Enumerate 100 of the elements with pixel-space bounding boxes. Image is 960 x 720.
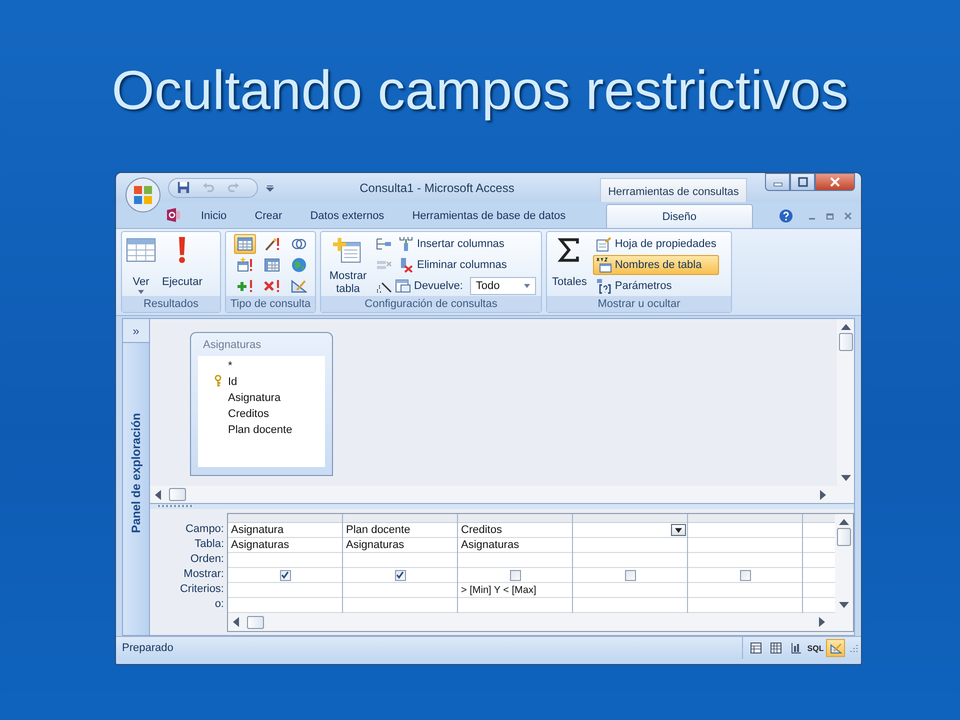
close-icon: [830, 177, 840, 187]
plus-icon: [237, 278, 253, 294]
splitter-handle[interactable]: [158, 505, 194, 508]
table-cell[interactable]: Asignaturas: [458, 538, 572, 553]
show-checkbox[interactable]: [740, 570, 750, 580]
field-name[interactable]: Asignatura: [228, 392, 281, 404]
resize-grip-icon[interactable]: [849, 643, 859, 653]
table-names-icon: [596, 257, 612, 273]
show-cell[interactable]: [343, 568, 457, 583]
ribbon-tab[interactable]: Herramientas de base de datos: [398, 204, 580, 228]
table-cell[interactable]: Asignaturas: [228, 538, 342, 553]
criteria-cell[interactable]: > [Min] Y < [Max]: [458, 583, 572, 598]
property-sheet-icon: [596, 236, 612, 252]
field-name[interactable]: Creditos: [228, 408, 269, 420]
dropdown-button[interactable]: [671, 524, 686, 536]
view-button[interactable]: [826, 639, 845, 657]
parameters-icon: [596, 278, 612, 294]
ruler-pencil-icon: [291, 278, 307, 294]
field-name[interactable]: *: [228, 360, 232, 372]
table-icon: [237, 236, 253, 252]
insert-columns-button[interactable]: Insertar columnas: [395, 234, 508, 254]
field-cell[interactable]: Creditos: [458, 523, 572, 538]
table-field-list[interactable]: Asignaturas * Id Asignatura Creditos Plan docente: [190, 332, 333, 476]
row-label: Mostrar:: [182, 567, 224, 582]
status-text: Preparado: [121, 642, 174, 654]
scroll-thumb[interactable]: [838, 333, 852, 351]
group-label: Resultados: [122, 296, 220, 312]
maximize-icon: [798, 177, 808, 187]
show-cell[interactable]: [573, 568, 687, 583]
close-button[interactable]: [815, 173, 855, 191]
scroll-thumb[interactable]: [247, 616, 264, 628]
ribbon-tab[interactable]: Crear: [240, 204, 296, 228]
check-icon: [281, 571, 289, 579]
design-view-icon: [830, 642, 842, 654]
field-name[interactable]: Id: [228, 376, 238, 388]
maximize-button[interactable]: [790, 173, 815, 191]
show-checkbox[interactable]: [394, 570, 406, 580]
row-label: Tabla:: [194, 537, 224, 552]
group-label: Mostrar u ocultar: [547, 296, 731, 312]
field-cell[interactable]: [573, 523, 687, 538]
vertical-scrollbar[interactable]: [837, 319, 854, 486]
show-checkbox[interactable]: [624, 570, 636, 580]
redo-icon[interactable]: [227, 181, 240, 194]
customize-caret-icon[interactable]: [266, 184, 274, 192]
field-cell[interactable]: Plan docente: [343, 523, 457, 538]
scroll-thumb[interactable]: [837, 528, 851, 546]
show-option-button[interactable]: Nombres de tabla: [592, 255, 720, 275]
show-cell[interactable]: [228, 568, 342, 583]
close-icon[interactable]: [842, 211, 853, 221]
query-type-button[interactable]: [234, 234, 256, 254]
totals-button[interactable]: Totales: [550, 234, 589, 290]
view-button[interactable]: SQL: [806, 639, 825, 657]
wand-icon: [264, 236, 280, 252]
save-icon[interactable]: [177, 181, 190, 194]
pivot-chart-icon: [790, 642, 802, 654]
return-table-icon: [395, 278, 411, 294]
table-plus-icon: [333, 236, 363, 264]
returns-dropdown[interactable]: Todo: [470, 277, 536, 295]
check-icon: [396, 571, 404, 579]
show-option-button[interactable]: Parámetros: [592, 276, 720, 296]
insert-column-icon: [398, 236, 414, 252]
show-checkbox[interactable]: [280, 570, 290, 580]
access-key-icon: [165, 207, 181, 223]
vertical-scrollbar[interactable]: [835, 514, 853, 613]
field-name[interactable]: Plan docente: [228, 424, 292, 436]
dropdown-arrow-icon: [524, 284, 530, 288]
ribbon-tab[interactable]: Inicio: [187, 204, 241, 228]
insert-rows-icon[interactable]: [376, 236, 392, 252]
table-icon: [126, 236, 156, 264]
rings-icon: [291, 236, 307, 252]
undo-icon[interactable]: [202, 181, 215, 194]
restore-icon[interactable]: [824, 211, 835, 221]
scroll-down-icon: [839, 602, 849, 608]
expand-pane-button[interactable]: »: [123, 319, 149, 343]
datasheet-icon: [750, 642, 762, 654]
show-option-button[interactable]: Hoja de propiedades: [592, 234, 720, 254]
minimize-button[interactable]: [765, 173, 790, 191]
run-button[interactable]: Ejecutar: [160, 234, 204, 290]
table-cell[interactable]: Asignaturas: [343, 538, 457, 553]
show-checkbox[interactable]: [510, 570, 520, 580]
show-cell[interactable]: [458, 568, 572, 583]
ribbon-tab[interactable]: Diseño: [606, 204, 753, 228]
group-label: Configuración de consultas: [321, 296, 541, 312]
row-label: Criterios:: [178, 582, 224, 597]
ribbon-tab[interactable]: Datos externos: [296, 204, 398, 228]
show-cell[interactable]: [688, 568, 802, 583]
delete-column-icon: [398, 257, 414, 273]
help-icon[interactable]: [778, 209, 793, 223]
view-button[interactable]: Ver: [124, 234, 158, 296]
cross-icon: [264, 278, 280, 294]
scroll-left-icon: [233, 617, 239, 627]
navigation-pane-label[interactable]: Panel de exploración: [129, 413, 143, 534]
row-label: Orden:: [189, 552, 224, 567]
scroll-thumb[interactable]: [169, 488, 186, 502]
scroll-right-icon: [819, 617, 825, 627]
group-label: Tipo de consulta: [226, 296, 315, 312]
dropdown-arrow-icon: [675, 528, 682, 532]
field-cell[interactable]: Asignatura: [228, 523, 342, 538]
delete-columns-button[interactable]: Eliminar columnas: [395, 255, 510, 275]
returns-label: Devuelve:: [414, 280, 463, 292]
